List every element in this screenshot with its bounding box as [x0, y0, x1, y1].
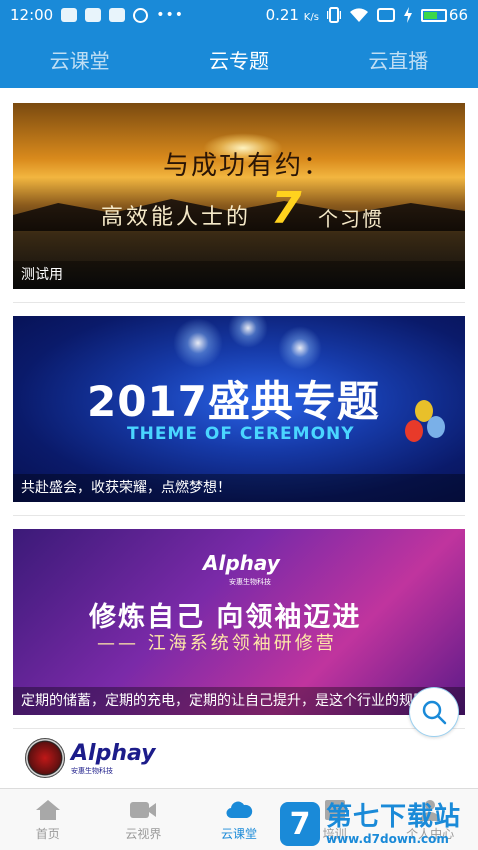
watermark-text: 第七下载站 www.d7down.com: [326, 802, 461, 846]
network-speed: 0.21 K/s: [266, 6, 319, 24]
topic-card[interactable]: 2017盛典专题 THEME OF CEREMONY 共赴盛会，收获荣耀，点燃梦…: [13, 316, 465, 502]
banner-title: 2017盛典专题: [87, 377, 380, 426]
partial-topic-card[interactable]: Alphay 安惠生物科技: [25, 735, 156, 781]
card-divider: [13, 302, 465, 303]
balloon-decoration: [427, 416, 445, 438]
battery-percent: 66: [448, 6, 468, 24]
firework-decoration: [278, 326, 322, 370]
status-time: 12:00: [10, 6, 54, 24]
watermark-title: 第七下载站: [326, 802, 462, 832]
network-speed-value: 0.21: [265, 6, 299, 24]
floating-search-button[interactable]: [409, 687, 459, 737]
status-right: 0.21 K/s 66: [266, 6, 468, 24]
partial-logo-block: Alphay 安惠生物科技: [71, 741, 156, 776]
watermark-url: www.d7down.com: [326, 832, 449, 846]
network-speed-unit: K/s: [303, 12, 319, 23]
firework-decoration: [228, 316, 268, 348]
banner-subtitle: —— 江海系统领袖研修营: [97, 633, 337, 654]
battery-fill: [423, 11, 438, 19]
mail-icon: [109, 8, 126, 22]
screen-icon: [376, 8, 395, 22]
banner-logo: Alphay: [203, 551, 280, 575]
topic-card[interactable]: Alphay 安惠生物科技 修炼自己 向领袖迈进 —— 江海系统领袖研修营 定期…: [13, 529, 465, 715]
nav-cloud-vision-label: 云视界: [125, 826, 162, 841]
more-dots-icon: •••: [156, 7, 185, 23]
banner-logo-sub: 安惠生物科技: [229, 578, 271, 586]
nav-cloud-classroom-label: 云课堂: [220, 826, 257, 841]
nav-home[interactable]: 首页: [0, 789, 96, 850]
banner-subtitle-end: 个习惯: [318, 207, 384, 231]
upload-icon: [85, 8, 102, 22]
topic-card[interactable]: 与成功有约： 高效能人士的 7 个习惯 测试用: [13, 103, 465, 289]
card-caption: 共赴盛会，收获荣耀，点燃梦想！: [13, 474, 465, 502]
partial-logo: Alphay: [71, 740, 156, 766]
card-divider: [13, 515, 465, 516]
video-icon: [130, 801, 157, 818]
cloud-icon: [226, 801, 253, 818]
battery-shell: [420, 8, 447, 22]
banner-number: 7: [271, 183, 302, 234]
nav-home-label: 首页: [35, 826, 60, 841]
wifi-icon: [349, 8, 368, 22]
home-icon: [35, 799, 60, 820]
banner-title: 与成功有约：: [163, 151, 332, 181]
firework-decoration: [173, 318, 223, 368]
tab-cloud-live[interactable]: 云直播: [319, 30, 478, 88]
card-caption: 测试用: [13, 261, 465, 289]
nav-cloud-classroom[interactable]: 云课堂: [191, 789, 287, 850]
topic-list[interactable]: 与成功有约： 高效能人士的 7 个习惯 测试用 2017盛典专题 THEME O…: [0, 88, 478, 788]
battery-icon: 66: [420, 6, 468, 24]
search-icon: [422, 700, 447, 725]
watermark-logo: 7: [280, 802, 320, 846]
tab-cloud-classroom[interactable]: 云课堂: [0, 30, 159, 88]
message-icon: [61, 8, 78, 22]
status-bar: 12:00 ••• 0.21 K/s 66: [0, 0, 478, 30]
card-divider: [13, 728, 465, 729]
balloon-decoration: [405, 420, 423, 442]
banner-subtitle: 高效能人士的: [101, 205, 252, 230]
top-tab-bar: 云课堂 云专题 云直播: [0, 30, 478, 88]
partial-logo-sub: 安惠生物科技: [71, 766, 113, 775]
seal-logo: [25, 738, 65, 778]
check-circle-icon: [133, 7, 149, 23]
tab-cloud-topics[interactable]: 云专题: [159, 30, 318, 88]
status-left: 12:00 •••: [10, 6, 184, 24]
nav-cloud-vision[interactable]: 云视界: [96, 789, 192, 850]
charging-icon: [403, 7, 412, 23]
card-caption: 定期的储蓄，定期的充电，定期的让自己提升，是这个行业的规则。: [13, 687, 465, 715]
banner-subtitle: THEME OF CEREMONY: [127, 424, 355, 444]
vibrate-icon: [326, 7, 341, 23]
watermark: 7 第七下载站 www.d7down.com: [280, 798, 478, 850]
